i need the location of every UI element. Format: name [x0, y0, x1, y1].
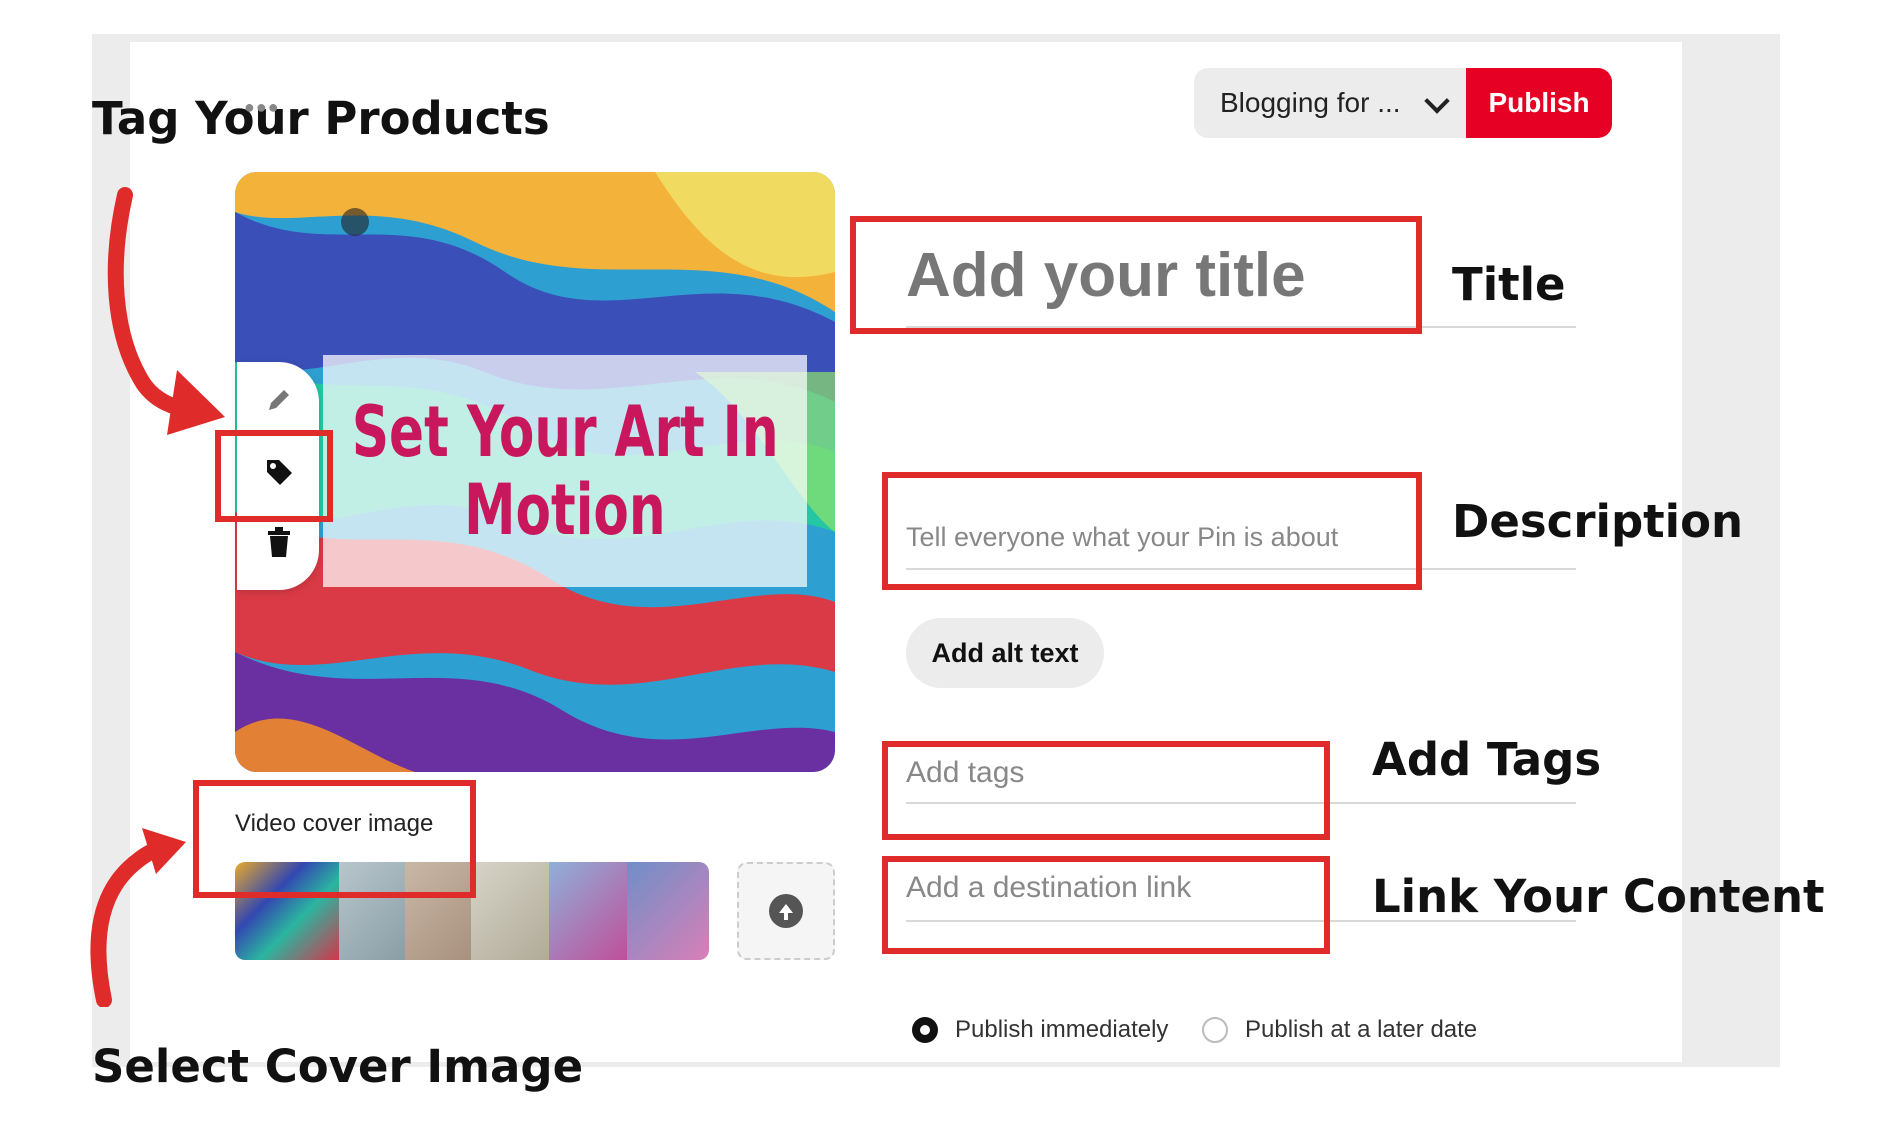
trash-icon[interactable]	[259, 522, 299, 562]
annotation-box-tag	[215, 430, 333, 522]
arrow-to-tag-icon	[107, 187, 225, 435]
annotation-box-link	[882, 856, 1330, 954]
annotation-select-cover: Select Cover Image	[92, 1040, 584, 1093]
publish-immediately-label[interactable]: Publish immediately	[955, 1016, 1168, 1044]
publish-button[interactable]: Publish	[1466, 68, 1612, 138]
annotation-add-tags: Add Tags	[1372, 733, 1602, 786]
overlay-text-line-1: Set Your Art In	[351, 390, 779, 473]
pin-text-overlay: Set Your Art In Motion	[323, 355, 807, 587]
upload-arrow-icon	[769, 894, 803, 928]
more-dots-icon[interactable]: ●●●	[244, 97, 280, 118]
upload-cover-button[interactable]	[737, 862, 835, 960]
annotation-title: Title	[1452, 258, 1566, 311]
arrow-to-cover-image	[90, 828, 186, 1007]
annotation-box-description	[882, 472, 1422, 590]
publish-later-label[interactable]: Publish at a later date	[1245, 1016, 1477, 1044]
annotation-box-tags	[882, 741, 1330, 840]
publish-immediately-radio[interactable]	[912, 1017, 938, 1043]
overlay-text-line-2: Motion	[464, 469, 666, 551]
annotation-link-content: Link Your Content	[1372, 870, 1825, 923]
annotation-tag-products: Tag Your Products	[92, 92, 550, 145]
pencil-icon[interactable]	[259, 380, 299, 420]
add-alt-text-button[interactable]: Add alt text	[906, 618, 1104, 688]
chevron-down-icon	[1424, 88, 1450, 114]
cover-thumbnail[interactable]	[627, 862, 709, 960]
publish-later-radio[interactable]	[1202, 1017, 1228, 1043]
annotation-description: Description	[1452, 495, 1744, 548]
annotation-box-cover	[193, 780, 476, 898]
cover-thumbnail[interactable]	[549, 862, 627, 960]
cover-thumbnail[interactable]	[471, 862, 549, 960]
annotation-box-title	[850, 216, 1422, 334]
board-select[interactable]: Blogging for ...	[1194, 68, 1466, 138]
board-select-value: Blogging for ...	[1220, 87, 1401, 118]
